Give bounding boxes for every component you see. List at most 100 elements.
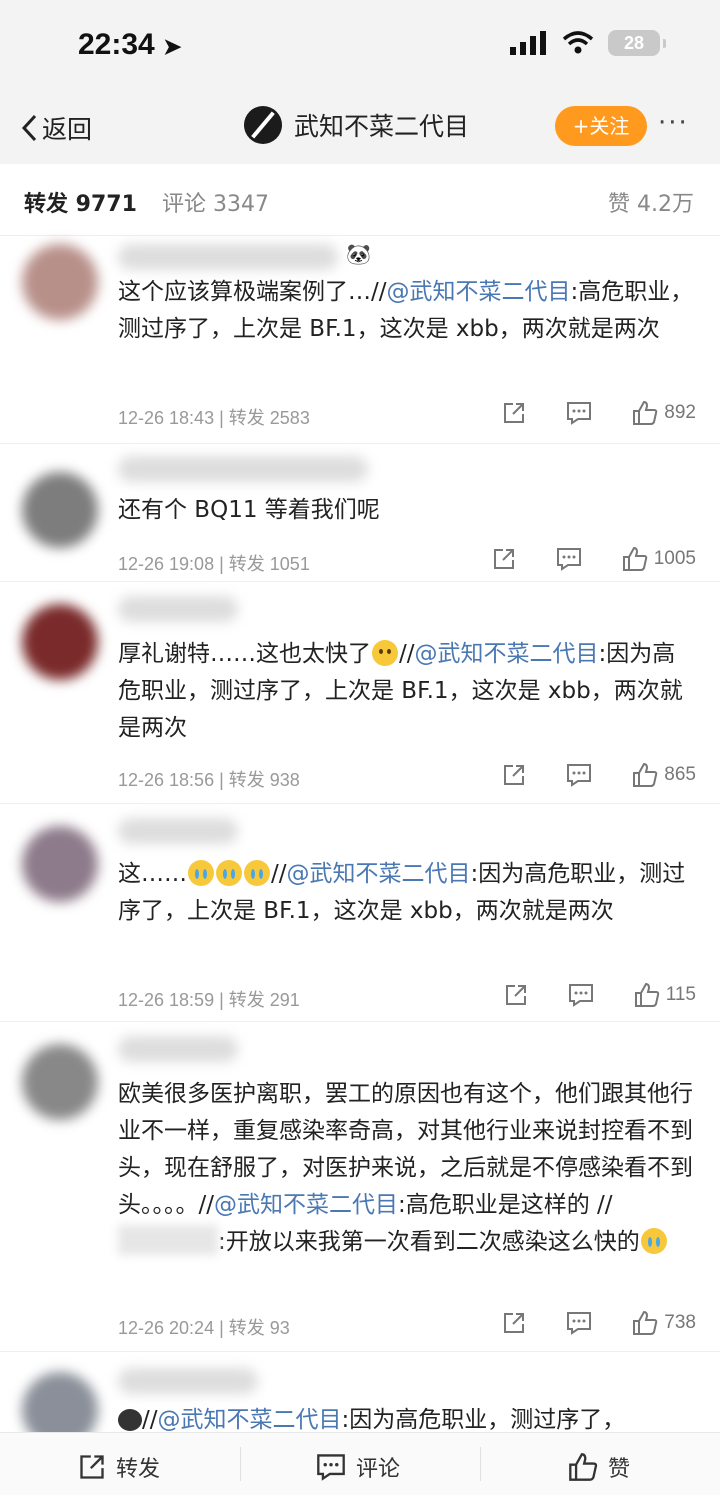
item-actions: 115 (470, 982, 696, 1008)
list-item: 厚礼谢特……这也太快了//@武知不菜二代目:因为高危职业，测过序了，上次是 BF… (0, 582, 720, 804)
smile-emoji-icon (372, 640, 398, 666)
meta-info: 12-26 19:08 | 转发 1051 (118, 554, 310, 574)
share-icon (504, 1313, 525, 1333)
thumbs-up-icon (633, 762, 658, 787)
status-bar: 22:34 ➤ 28 (0, 0, 720, 92)
battery-indicator: 28 (608, 30, 666, 56)
author-avatar[interactable] (244, 106, 282, 144)
mention-link[interactable]: @武知不菜二代目 (415, 641, 599, 667)
comment-icon (567, 1312, 592, 1335)
comment-icon (317, 1454, 345, 1481)
author-name: 武知不菜二代目 (294, 112, 470, 141)
thumbs-up-icon (633, 1310, 658, 1335)
mention-link[interactable]: @武知不菜二代目 (158, 1407, 342, 1432)
meta-info: 12-26 20:24 | 转发 93 (118, 1318, 290, 1338)
like-button[interactable]: 892 (632, 400, 696, 426)
item-actions: 738 (468, 1310, 696, 1336)
mention-link[interactable]: @武知不菜二代目 (287, 861, 471, 887)
share-button[interactable] (502, 1311, 532, 1335)
list-item: 欧美很多医护离职，罢工的原因也有这个，他们跟其他行业不一样，重复感染率奇高，对其… (0, 1022, 720, 1352)
bottom-like-label: 赞 (608, 1457, 631, 1482)
avatar[interactable] (22, 1372, 98, 1432)
like-button[interactable]: 1005 (622, 546, 696, 572)
share-icon (493, 549, 514, 569)
like-count: 738 (664, 1312, 696, 1333)
bottom-comment-button[interactable]: 评论 (316, 1451, 400, 1483)
share-button[interactable] (502, 763, 532, 787)
list-item: 还有个 BQ11 等着我们呢 12-26 19:08 | 转发 1051 100… (0, 444, 720, 582)
like-count: 892 (664, 402, 696, 423)
crying-emoji-icon (188, 860, 214, 886)
meta-info: 12-26 18:59 | 转发 291 (118, 990, 300, 1010)
divider (480, 1447, 481, 1481)
repost-text: 这……//@武知不菜二代目:因为高危职业，测过序了，上次是 BF.1，这次是 x… (118, 860, 686, 924)
comment-icon (567, 764, 592, 787)
like-button[interactable]: 115 (634, 982, 696, 1008)
username-blurred[interactable] (118, 596, 238, 622)
meta-info: 12-26 18:43 | 转发 2583 (118, 408, 310, 428)
mention-link[interactable]: @武知不菜二代目 (387, 279, 571, 305)
share-button[interactable] (492, 547, 522, 571)
avatar[interactable] (22, 1044, 98, 1120)
share-icon (80, 1455, 104, 1479)
share-button[interactable] (504, 983, 534, 1007)
comment-icon (567, 402, 592, 425)
location-arrow-icon: ➤ (163, 34, 182, 59)
username-blurred[interactable] (118, 1036, 238, 1062)
mention-link[interactable]: @武知不菜二代目 (214, 1192, 398, 1218)
bottom-like-button[interactable]: 赞 (568, 1451, 630, 1483)
back-button[interactable]: 返回 (20, 110, 92, 146)
avatar[interactable] (22, 244, 98, 320)
bottom-comment-label: 评论 (356, 1457, 401, 1482)
crying-emoji-icon (216, 860, 242, 886)
repost-text: 还有个 BQ11 等着我们呢 (118, 497, 380, 523)
share-button[interactable] (502, 401, 532, 425)
repost-text: //@武知不菜二代目:因为高危职业，测过序了， (118, 1402, 698, 1432)
panda-emoji-icon: 🐼 (346, 242, 371, 266)
comment-button[interactable] (566, 763, 598, 787)
tab-repost[interactable]: 转发 9771 (24, 186, 137, 218)
tab-like[interactable]: 赞 4.2万 (608, 186, 694, 218)
repost-text: 欧美很多医护离职，罢工的原因也有这个，他们跟其他行业不一样，重复感染率奇高，对其… (118, 1081, 693, 1255)
username-blurred[interactable] (118, 818, 238, 844)
tab-comment[interactable]: 评论 3347 (162, 186, 269, 218)
thumbs-up-icon (569, 1453, 598, 1481)
username-blurred[interactable] (118, 244, 338, 270)
comment-icon (568, 984, 593, 1007)
chevron-left-icon (21, 114, 37, 142)
list-item: 这……//@武知不菜二代目:因为高危职业，测过序了，上次是 BF.1，这次是 x… (0, 804, 720, 1022)
nav-title[interactable]: 武知不菜二代目 (244, 106, 469, 144)
emoji-icon (118, 1409, 142, 1431)
status-indicators: 28 (510, 30, 666, 56)
thumbs-up-icon (634, 982, 659, 1007)
item-actions: 892 (468, 400, 696, 426)
list-item: //@武知不菜二代目:因为高危职业，测过序了， (0, 1352, 720, 1432)
username-blurred[interactable] (118, 456, 368, 482)
cellular-signal-icon (510, 31, 546, 55)
item-actions: 865 (468, 762, 696, 788)
avatar[interactable] (22, 604, 98, 680)
repost-text: 这个应该算极端案例了…//@武知不菜二代目:高危职业，测过序了，上次是 BF.1… (118, 279, 694, 342)
like-count: 115 (665, 984, 696, 1005)
comment-button[interactable] (566, 401, 598, 425)
bottom-repost-label: 转发 (116, 1457, 161, 1482)
like-button[interactable]: 738 (632, 1310, 696, 1336)
more-options-icon[interactable]: ··· (658, 108, 689, 138)
crying-emoji-icon (640, 1228, 667, 1254)
item-actions: 1005 (458, 546, 696, 572)
comment-button[interactable] (566, 1311, 598, 1335)
avatar[interactable] (22, 472, 98, 548)
share-icon (504, 765, 525, 785)
like-button[interactable]: 865 (632, 762, 696, 788)
comment-button[interactable] (556, 547, 588, 571)
follow-button[interactable]: +关注 (555, 106, 647, 146)
blurred-username[interactable] (118, 1225, 218, 1255)
avatar[interactable] (22, 826, 98, 902)
comment-button[interactable] (568, 983, 600, 1007)
divider (240, 1447, 241, 1481)
username-blurred[interactable] (118, 1368, 258, 1394)
thumbs-up-icon (622, 546, 647, 571)
bottom-repost-button[interactable]: 转发 (78, 1451, 160, 1483)
comment-icon (556, 548, 581, 571)
like-count: 1005 (653, 548, 696, 569)
